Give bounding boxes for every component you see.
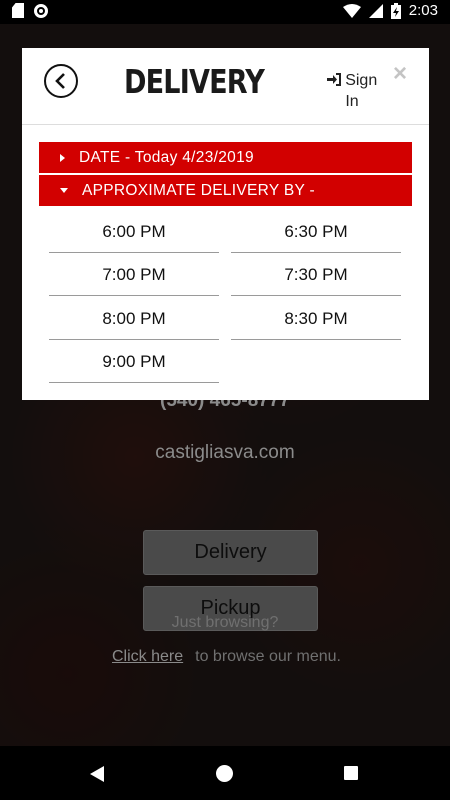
battery-charging-icon [390,2,401,19]
modal-header: DELIVERY Sign In × [22,48,429,125]
time-slot[interactable]: 9:00 PM [49,341,219,383]
delivery-modal: DELIVERY Sign In × DATE - Today 4/23/201… [22,48,429,400]
navigation-bar [0,746,450,800]
home-nav-icon[interactable] [216,765,233,782]
status-bar: 2:03 [0,0,450,24]
delivery-by-label: APPROXIMATE DELIVERY BY - [82,181,315,199]
time-slot[interactable]: 8:00 PM [49,298,219,340]
wifi-icon [342,3,361,18]
browse-menu-line: Click here to browse our menu. [112,648,341,666]
delivery-button[interactable]: Delivery [143,530,318,575]
caret-right-icon [60,153,65,162]
sign-in-icon [326,73,341,86]
modal-title: DELIVERY [124,62,265,101]
just-browsing-text: Just browsing? [171,614,279,631]
browse-menu-text: to browse our menu. [195,648,341,665]
website-link[interactable]: castigliasva.com [0,442,450,464]
clock: 2:03 [408,2,438,19]
time-slot[interactable]: 8:30 PM [231,298,401,340]
sync-circle-icon [34,3,48,18]
close-icon[interactable]: × [393,60,407,88]
caret-down-icon [60,188,68,193]
sign-in-button[interactable]: Sign In [322,70,382,112]
recents-nav-icon[interactable] [344,766,358,780]
sign-in-label: Sign In [345,72,378,110]
back-nav-icon[interactable] [90,766,104,782]
time-slot[interactable]: 7:00 PM [49,254,219,296]
time-slot[interactable]: 6:30 PM [231,211,401,253]
delivery-by-bar[interactable]: APPROXIMATE DELIVERY BY - [39,175,412,206]
signal-icon [368,3,383,18]
date-bar-label: DATE - Today 4/23/2019 [79,148,254,166]
date-bar[interactable]: DATE - Today 4/23/2019 [39,142,412,173]
click-here-link[interactable]: Click here [112,648,183,665]
sd-card-icon [12,3,24,18]
time-slot[interactable]: 7:30 PM [231,254,401,296]
time-slot[interactable]: 6:00 PM [49,211,219,253]
